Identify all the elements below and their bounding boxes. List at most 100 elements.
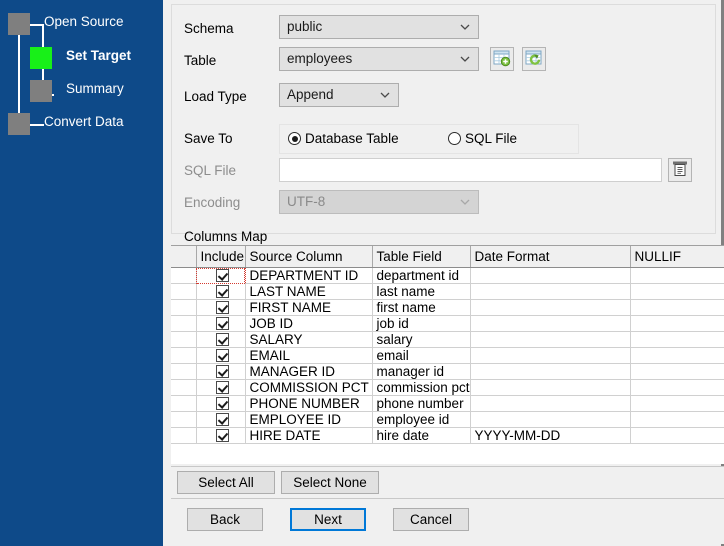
row-selector-cell[interactable] — [171, 380, 196, 396]
nullif-cell[interactable] — [630, 364, 724, 380]
checkbox-checked-icon[interactable] — [216, 413, 229, 426]
include-checkbox-cell[interactable] — [196, 332, 245, 348]
table-row[interactable]: FIRST NAMEfirst name — [171, 300, 724, 316]
include-checkbox-cell[interactable] — [196, 364, 245, 380]
source-column-cell[interactable]: DEPARTMENT ID — [245, 268, 372, 284]
include-checkbox-cell[interactable] — [196, 412, 245, 428]
column-header-rowselector[interactable] — [171, 246, 196, 268]
row-selector-cell[interactable] — [171, 284, 196, 300]
nullif-cell[interactable] — [630, 268, 724, 284]
table-row[interactable]: JOB IDjob id — [171, 316, 724, 332]
table-field-cell[interactable]: hire date — [372, 428, 470, 444]
include-checkbox-cell[interactable] — [196, 300, 245, 316]
date-format-cell[interactable] — [470, 412, 630, 428]
row-selector-cell[interactable] — [171, 300, 196, 316]
checkbox-checked-icon[interactable] — [216, 429, 229, 442]
include-checkbox-cell[interactable] — [196, 428, 245, 444]
column-header-source-column[interactable]: Source Column — [245, 246, 372, 268]
table-row[interactable]: COMMISSION PCTcommission pct — [171, 380, 724, 396]
row-selector-cell[interactable] — [171, 268, 196, 284]
include-checkbox-cell[interactable] — [196, 316, 245, 332]
checkbox-checked-icon[interactable] — [216, 397, 229, 410]
table-select[interactable]: employees — [279, 47, 479, 71]
table-row[interactable]: LAST NAMElast name — [171, 284, 724, 300]
date-format-cell[interactable]: YYYY-MM-DD — [470, 428, 630, 444]
nullif-cell[interactable] — [630, 396, 724, 412]
date-format-cell[interactable] — [470, 268, 630, 284]
checkbox-checked-icon[interactable] — [216, 349, 229, 362]
checkbox-checked-icon[interactable] — [216, 301, 229, 314]
checkbox-checked-icon[interactable] — [216, 333, 229, 346]
source-column-cell[interactable]: EMAIL — [245, 348, 372, 364]
table-row[interactable]: EMPLOYEE IDemployee id — [171, 412, 724, 428]
source-column-cell[interactable]: PHONE NUMBER — [245, 396, 372, 412]
source-column-cell[interactable]: MANAGER ID — [245, 364, 372, 380]
date-format-cell[interactable] — [470, 348, 630, 364]
row-selector-cell[interactable] — [171, 396, 196, 412]
browse-file-button[interactable] — [668, 158, 692, 182]
source-column-cell[interactable]: COMMISSION PCT — [245, 380, 372, 396]
checkbox-checked-icon[interactable] — [216, 381, 229, 394]
table-field-cell[interactable]: email — [372, 348, 470, 364]
table-field-cell[interactable]: phone number — [372, 396, 470, 412]
load-type-select[interactable]: Append — [279, 83, 399, 107]
source-column-cell[interactable]: LAST NAME — [245, 284, 372, 300]
table-row[interactable]: HIRE DATEhire dateYYYY-MM-DD — [171, 428, 724, 444]
table-field-cell[interactable]: department id — [372, 268, 470, 284]
checkbox-checked-icon[interactable] — [216, 365, 229, 378]
date-format-cell[interactable] — [470, 316, 630, 332]
nullif-cell[interactable] — [630, 348, 724, 364]
schema-select[interactable]: public — [279, 15, 479, 39]
date-format-cell[interactable] — [470, 284, 630, 300]
source-column-cell[interactable]: HIRE DATE — [245, 428, 372, 444]
column-header-date-format[interactable]: Date Format — [470, 246, 630, 268]
row-selector-cell[interactable] — [171, 348, 196, 364]
include-checkbox-cell[interactable] — [196, 284, 245, 300]
refresh-table-icon-button[interactable] — [522, 47, 546, 71]
columns-map-grid[interactable]: Include Source Column Table Field Date F… — [171, 245, 724, 464]
nullif-cell[interactable] — [630, 332, 724, 348]
date-format-cell[interactable] — [470, 364, 630, 380]
date-format-cell[interactable] — [470, 332, 630, 348]
checkbox-checked-icon[interactable] — [216, 317, 229, 330]
checkbox-checked-icon[interactable] — [216, 285, 229, 298]
checkbox-checked-icon[interactable] — [216, 269, 229, 282]
table-field-cell[interactable]: last name — [372, 284, 470, 300]
row-selector-cell[interactable] — [171, 364, 196, 380]
table-row[interactable]: PHONE NUMBERphone number — [171, 396, 724, 412]
include-checkbox-cell[interactable] — [196, 348, 245, 364]
source-column-cell[interactable]: SALARY — [245, 332, 372, 348]
row-selector-cell[interactable] — [171, 332, 196, 348]
table-row[interactable]: EMAILemail — [171, 348, 724, 364]
column-header-include[interactable]: Include — [196, 246, 245, 268]
date-format-cell[interactable] — [470, 380, 630, 396]
back-button[interactable]: Back — [187, 508, 263, 531]
radio-database-table[interactable]: Database Table — [288, 131, 399, 146]
include-checkbox-cell[interactable] — [196, 396, 245, 412]
nullif-cell[interactable] — [630, 380, 724, 396]
column-header-table-field[interactable]: Table Field — [372, 246, 470, 268]
table-field-cell[interactable]: employee id — [372, 412, 470, 428]
nullif-cell[interactable] — [630, 428, 724, 444]
row-selector-cell[interactable] — [171, 428, 196, 444]
table-field-cell[interactable]: first name — [372, 300, 470, 316]
date-format-cell[interactable] — [470, 396, 630, 412]
new-table-icon-button[interactable] — [490, 47, 514, 71]
source-column-cell[interactable]: FIRST NAME — [245, 300, 372, 316]
column-header-nullif[interactable]: NULLIF — [630, 246, 724, 268]
select-none-button[interactable]: Select None — [281, 471, 379, 494]
nullif-cell[interactable] — [630, 284, 724, 300]
table-field-cell[interactable]: commission pct — [372, 380, 470, 396]
next-button[interactable]: Next — [290, 508, 366, 531]
source-column-cell[interactable]: EMPLOYEE ID — [245, 412, 372, 428]
table-field-cell[interactable]: salary — [372, 332, 470, 348]
nullif-cell[interactable] — [630, 300, 724, 316]
cancel-button[interactable]: Cancel — [393, 508, 469, 531]
select-all-button[interactable]: Select All — [177, 471, 275, 494]
table-row[interactable]: SALARYsalary — [171, 332, 724, 348]
sql-file-input[interactable] — [279, 158, 662, 182]
include-checkbox-cell[interactable] — [196, 268, 245, 284]
row-selector-cell[interactable] — [171, 316, 196, 332]
source-column-cell[interactable]: JOB ID — [245, 316, 372, 332]
table-row[interactable]: MANAGER IDmanager id — [171, 364, 724, 380]
